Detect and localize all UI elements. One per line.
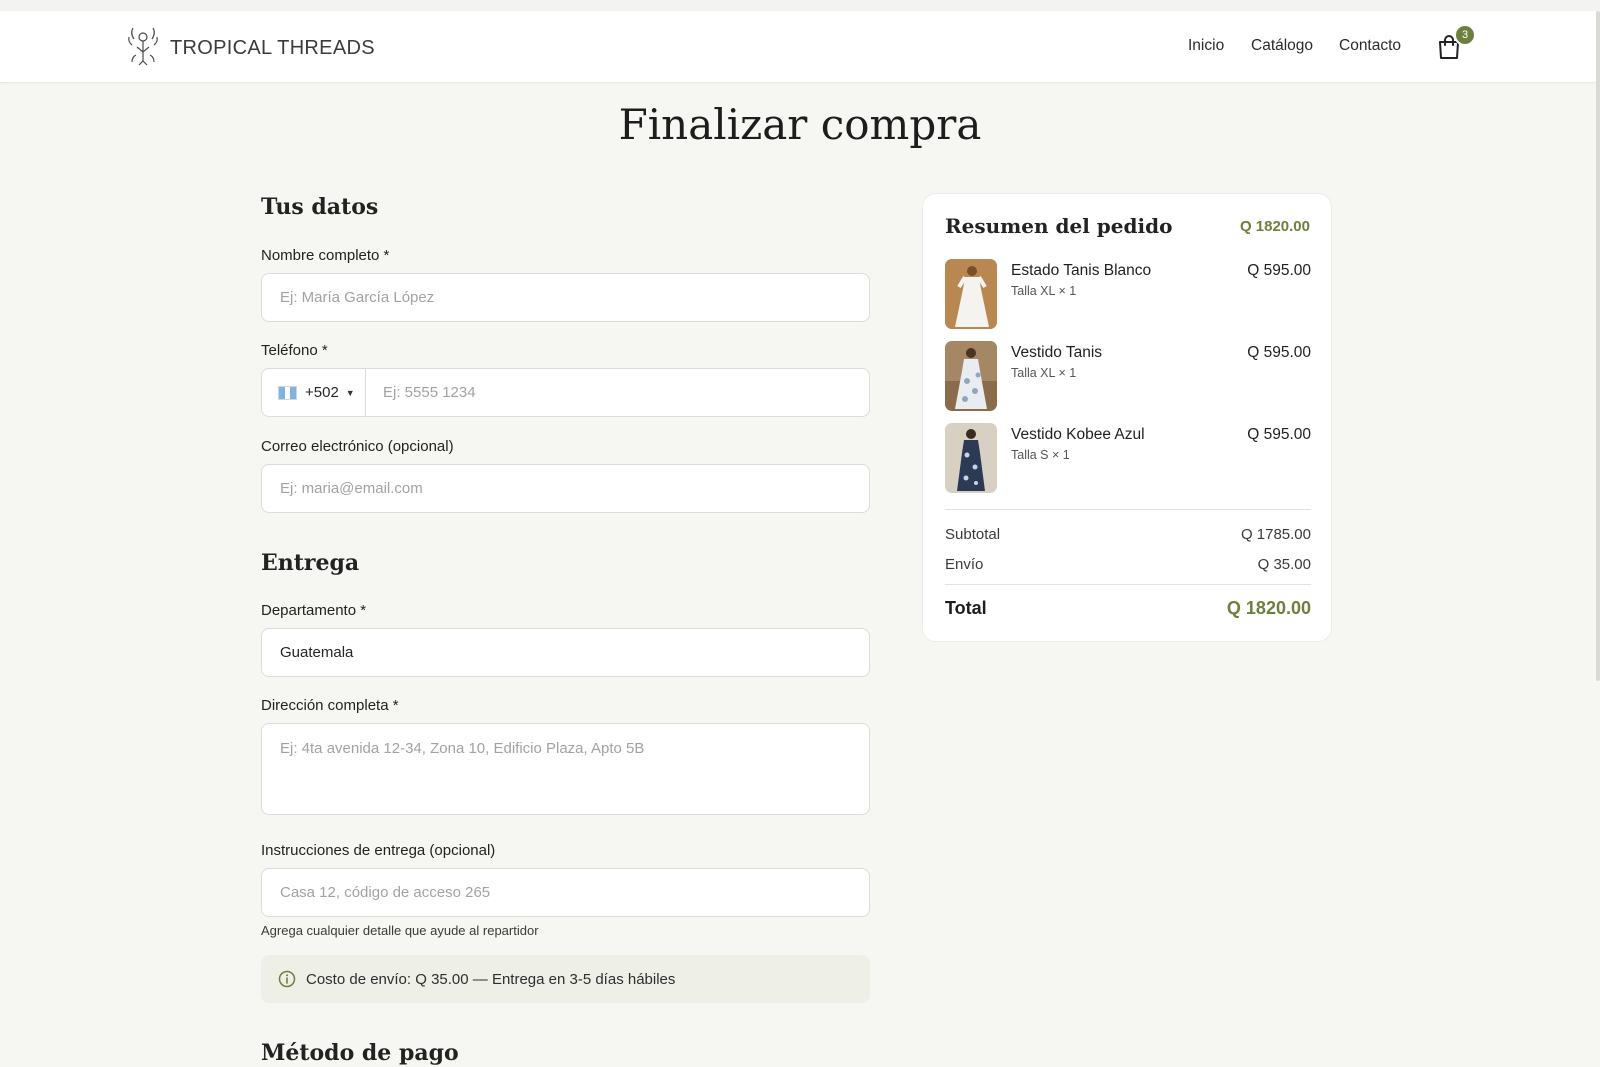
item-meta: Talla S × 1: [1011, 448, 1070, 462]
subtotal-label: Subtotal: [945, 526, 1001, 543]
item-meta: Talla XL × 1: [1011, 366, 1077, 380]
shipping-value: Q 35.00: [1257, 556, 1311, 573]
info-icon: [278, 970, 296, 988]
item-price: Q 595.00: [1247, 426, 1311, 443]
total-value: Q 1820.00: [1226, 598, 1311, 618]
item-name: Vestido Tanis: [1011, 344, 1103, 361]
item-name: Vestido Kobee Azul: [1011, 426, 1145, 443]
phone-input[interactable]: Ej: 5555 1234: [366, 384, 476, 401]
nav-contacto[interactable]: Contacto: [1339, 37, 1401, 55]
shipping-label: Envío: [945, 556, 984, 573]
item-meta: Talla XL × 1: [1011, 284, 1077, 298]
name-label: Nombre completo *: [261, 247, 390, 264]
instructions-field[interactable]: Casa 12, código de acceso 265: [261, 868, 870, 917]
site-header: TROPICAL THREADS Inicio Catálogo Contact…: [0, 11, 1600, 83]
nav-catalogo[interactable]: Catálogo: [1251, 37, 1313, 55]
instructions-help-text: Agrega cualquier detalle que ayude al re…: [261, 923, 539, 938]
subtotal-value: Q 1785.00: [1240, 526, 1311, 543]
item-price: Q 595.00: [1247, 344, 1311, 361]
section-title-payment: Método de pago: [261, 1040, 459, 1066]
shipping-info-box: Costo de envío: Q 35.00 — Entrega en 3-5…: [261, 955, 870, 1003]
cart-count-badge: 3: [1454, 24, 1476, 46]
brand-logo[interactable]: TROPICAL THREADS: [126, 25, 375, 71]
total-row: Total Q 1820.00: [945, 598, 1311, 619]
product-image: [945, 423, 997, 493]
checkout-page: TROPICAL THREADS Inicio Catálogo Contact…: [0, 0, 1600, 1067]
email-label: Correo electrónico (opcional): [261, 438, 454, 455]
summary-title: Resumen del pedido: [945, 214, 1173, 238]
item-price: Q 595.00: [1247, 262, 1311, 279]
product-image: [945, 259, 997, 329]
logo-icon: [128, 27, 158, 66]
email-field[interactable]: Ej: maria@email.com: [261, 464, 870, 513]
phone-label: Teléfono *: [261, 342, 328, 359]
brand-name: TROPICAL THREADS: [170, 36, 375, 59]
order-item[interactable]: Estado Tanis Blanco Talla XL × 1 Q 595.0…: [945, 259, 1311, 329]
section-title-delivery: Entrega: [261, 550, 360, 576]
department-select[interactable]: Guatemala: [261, 628, 870, 677]
phone-field: +502 ▼ Ej: 5555 1234: [261, 368, 870, 417]
chevron-down-icon: ▼: [345, 387, 355, 398]
nav-inicio[interactable]: Inicio: [1188, 37, 1224, 55]
page-title: Finalizar compra: [618, 100, 982, 149]
address-textarea[interactable]: Ej: 4ta avenida 12-34, Zona 10, Edificio…: [261, 723, 870, 815]
summary-total-top: Q 1820.00: [1239, 218, 1310, 235]
top-strip: [0, 0, 1600, 11]
instructions-label: Instrucciones de entrega (opcional): [261, 842, 496, 859]
department-label: Departamento *: [261, 602, 367, 619]
shipping-row: Envío Q 35.00: [945, 556, 1311, 573]
summary-divider: [945, 584, 1311, 585]
order-item[interactable]: Vestido Tanis Talla XL × 1 Q 595.00: [945, 341, 1311, 411]
item-name: Estado Tanis Blanco: [1011, 262, 1152, 279]
product-image: [945, 341, 997, 411]
address-label: Dirección completa *: [261, 697, 399, 714]
summary-divider: [945, 509, 1311, 510]
total-label: Total: [945, 598, 987, 618]
subtotal-row: Subtotal Q 1785.00: [945, 526, 1311, 543]
order-item[interactable]: Vestido Kobee Azul Talla S × 1 Q 595.00: [945, 423, 1311, 493]
section-title-personal: Tus datos: [261, 194, 379, 220]
order-summary-card: Resumen del pedido Q 1820.00 Estado Tani…: [922, 193, 1332, 642]
country-code-select[interactable]: +502 ▼: [262, 369, 366, 416]
name-field[interactable]: Ej: María García López: [261, 273, 870, 322]
cart-button[interactable]: 3: [1436, 24, 1476, 64]
country-code: +502: [305, 384, 339, 401]
shipping-info-text: Costo de envío: Q 35.00 — Entrega en 3-5…: [306, 970, 676, 988]
guatemala-flag-icon: [278, 385, 297, 400]
